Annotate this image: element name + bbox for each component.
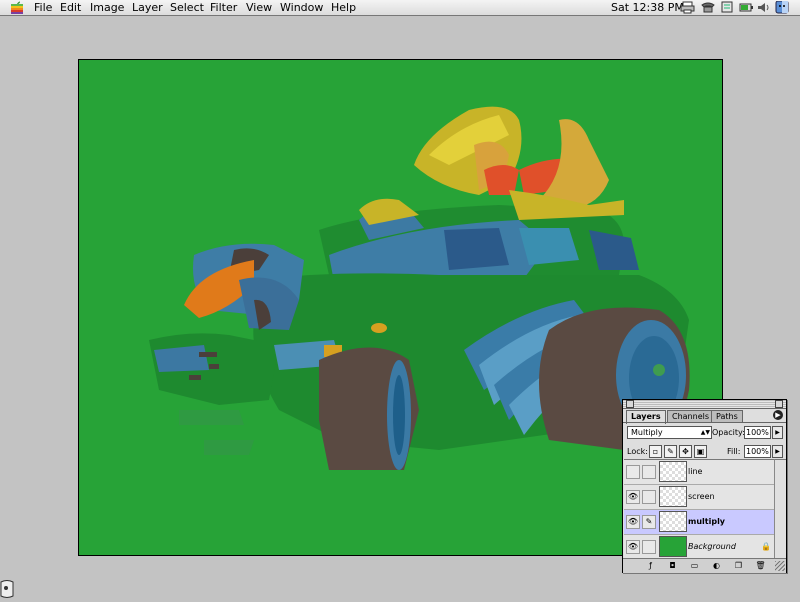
menu-bar: File Edit Image Layer Select Filter View… [0, 0, 800, 16]
fill-slider-arrow-icon[interactable]: ▶ [772, 445, 783, 458]
layer-row-multiply[interactable]: 👁 ✎ multiply [624, 510, 774, 535]
menu-select[interactable]: Select [170, 1, 204, 14]
new-set-folder-icon[interactable]: ▭ [689, 561, 700, 571]
layer-thumbnail [659, 486, 687, 507]
select-arrows-icon: ▲▼ [700, 429, 710, 436]
menu-layer[interactable]: Layer [132, 1, 163, 14]
fill-label: Fill: [727, 447, 741, 456]
palette-bottom-bar: ƒ ◘ ▭ ◐ ❐ 🗑 [623, 558, 786, 573]
control-strip-icon[interactable] [720, 1, 736, 14]
blend-mode-select[interactable]: Multiply ▲▼ [627, 426, 712, 439]
eye-icon[interactable]: 👁 [626, 490, 640, 504]
finder-icon[interactable] [774, 0, 790, 14]
lock-icon: 🔒 [761, 542, 771, 551]
apple-menu-icon[interactable] [10, 0, 24, 15]
new-layer-icon[interactable]: ❐ [733, 561, 744, 571]
lock-all-padlock-icon[interactable]: ▣ [694, 445, 707, 458]
lock-image-brush-icon[interactable]: ✎ [664, 445, 677, 458]
battery-icon[interactable] [738, 1, 754, 14]
blend-mode-value: Multiply [631, 428, 663, 437]
palette-close-box[interactable] [626, 400, 634, 408]
menu-edit[interactable]: Edit [60, 1, 81, 14]
adjustment-layer-icon[interactable]: ◐ [711, 561, 722, 571]
add-mask-icon[interactable]: ◘ [667, 561, 678, 571]
palette-menu-arrow-icon[interactable]: ▶ [773, 410, 783, 420]
layer-name[interactable]: multiply [688, 517, 725, 527]
visibility-toggle[interactable] [626, 465, 640, 479]
layer-thumbnail [659, 536, 687, 557]
resize-grip-icon[interactable] [775, 561, 785, 571]
layer-list: line 👁 screen 👁 ✎ multiply 👁 Background … [624, 459, 774, 558]
lock-transparency-icon[interactable]: ▫ [649, 445, 662, 458]
layer-thumbnail [659, 461, 687, 482]
layer-row-line[interactable]: line [624, 460, 774, 485]
tabs-divider [623, 422, 786, 423]
printer-icon[interactable] [680, 1, 696, 14]
opacity-slider-arrow-icon[interactable]: ▶ [772, 426, 783, 439]
palette-zoom-box[interactable] [775, 400, 783, 408]
link-toggle[interactable] [642, 540, 656, 554]
link-toggle[interactable] [642, 490, 656, 504]
eye-icon[interactable]: 👁 [626, 515, 640, 529]
layer-name[interactable]: screen [688, 492, 715, 502]
palette-titlebar[interactable] [623, 400, 786, 409]
fill-input[interactable]: 100% [744, 445, 771, 458]
speaker-icon[interactable] [756, 1, 772, 14]
paintbrush-icon[interactable]: ✎ [642, 515, 656, 529]
menu-view[interactable]: View [246, 1, 272, 14]
lock-label: Lock: [627, 447, 648, 456]
menu-help[interactable]: Help [331, 1, 356, 14]
menu-window[interactable]: Window [280, 1, 323, 14]
layer-list-scrollbar[interactable] [774, 459, 786, 558]
phone-icon[interactable] [700, 1, 716, 14]
menu-image[interactable]: Image [90, 1, 124, 14]
link-toggle[interactable] [642, 465, 656, 479]
layer-thumbnail [659, 511, 687, 532]
layer-row-screen[interactable]: 👁 screen [624, 485, 774, 510]
menu-file[interactable]: File [34, 1, 52, 14]
eye-icon[interactable]: 👁 [626, 540, 640, 554]
layers-palette: Layers Channels Paths ▶ Multiply ▲▼ Opac… [622, 399, 787, 573]
menu-filter[interactable]: Filter [210, 1, 237, 14]
menubar-clock[interactable]: Sat 12:38 PM [611, 1, 684, 14]
trash-icon[interactable]: 🗑 [755, 561, 766, 571]
layer-style-icon[interactable]: ƒ [645, 561, 656, 571]
layer-row-background[interactable]: 👁 Background 🔒 [624, 535, 774, 558]
layer-name[interactable]: line [688, 467, 702, 477]
disk-icon[interactable] [0, 580, 14, 598]
lock-position-move-icon[interactable]: ✥ [679, 445, 692, 458]
layer-name[interactable]: Background [688, 542, 736, 552]
opacity-input[interactable]: 100% [744, 426, 771, 439]
opacity-label: Opacity: [712, 428, 745, 437]
